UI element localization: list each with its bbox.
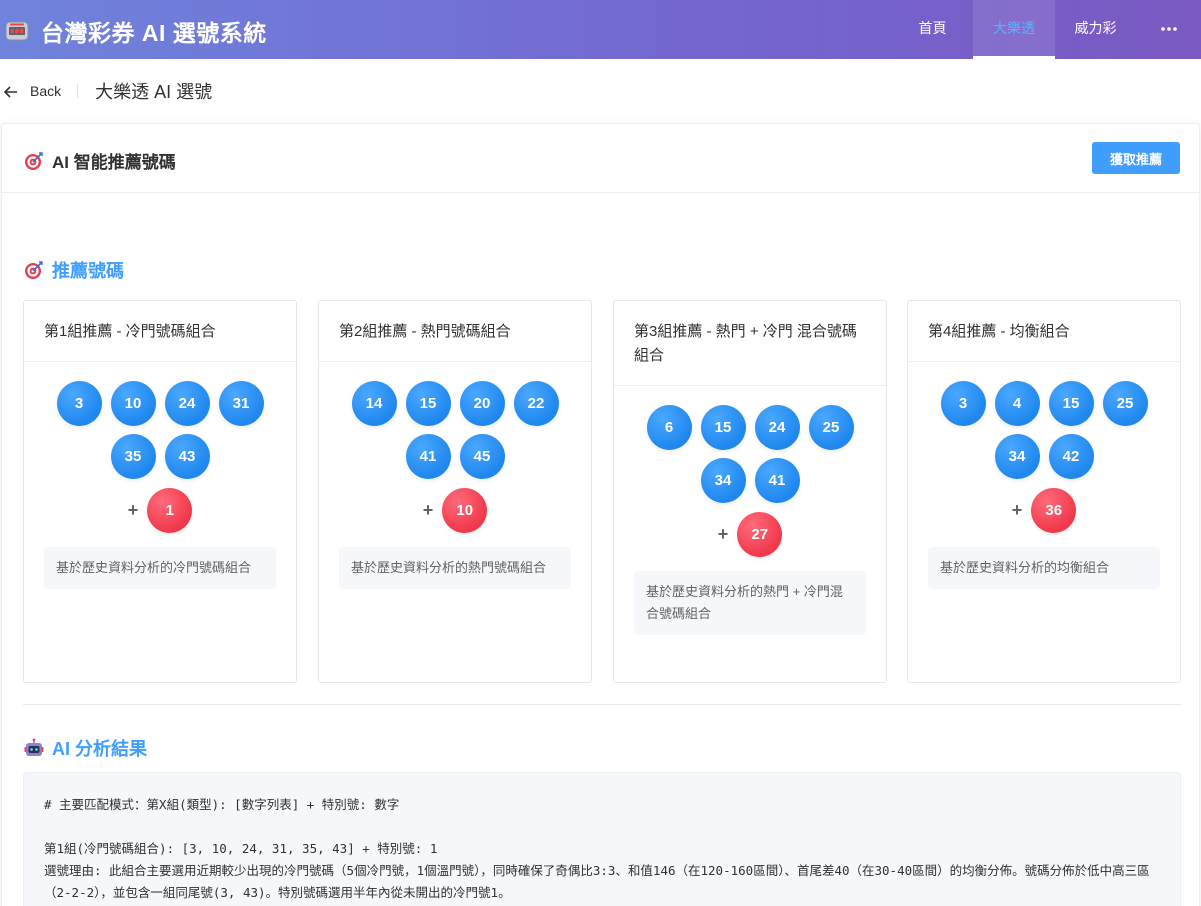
plus-sign: + <box>422 500 434 520</box>
recommend-groups: 第1組推薦 - 冷門號碼組合 3 10 24 31 35 43 + 1 基於歷史… <box>23 300 1181 683</box>
number-ball: 6 <box>646 405 692 450</box>
special-number-ball: 36 <box>1031 488 1077 533</box>
number-ball: 15 <box>405 381 451 426</box>
number-ball: 25 <box>1102 381 1148 426</box>
section-title-text: 推薦號碼 <box>52 261 124 281</box>
arrow-left-icon <box>3 85 18 98</box>
number-ball: 34 <box>994 434 1040 479</box>
number-ball: 43 <box>164 434 210 479</box>
section-title-text: AI 分析結果 <box>52 739 148 759</box>
divider <box>77 84 79 98</box>
main-nav: 首頁 大樂透 威力彩 <box>892 0 1201 59</box>
number-ball: 10 <box>110 381 156 426</box>
special-number-ball: 10 <box>442 488 488 533</box>
nav-item-superlotto[interactable]: 威力彩 <box>1055 0 1136 59</box>
dart-target-icon <box>24 260 44 280</box>
plus-sign: + <box>127 500 139 520</box>
special-number-ball: 27 <box>737 512 783 557</box>
special-number-row: + 10 <box>319 488 591 533</box>
special-number-row: + 1 <box>24 488 296 533</box>
special-number-row: + 27 <box>614 512 886 557</box>
page-title: 大樂透 AI 選號 <box>95 82 213 102</box>
group-title: 第4組推薦 - 均衡組合 <box>908 301 1180 362</box>
group-title: 第1組推薦 - 冷門號碼組合 <box>24 301 296 362</box>
nav-item-label: 大樂透 <box>993 20 1035 36</box>
ellipsis-icon <box>1160 20 1178 36</box>
number-ball: 42 <box>1048 434 1094 479</box>
number-ball: 3 <box>56 381 102 426</box>
group-title: 第2組推薦 - 熱門號碼組合 <box>319 301 591 362</box>
recommend-card: AI 智能推薦號碼 獲取推薦 推薦號碼 第1組推薦 - 冷門號碼組合 3 10 … <box>1 123 1200 906</box>
card-title: AI 智能推薦號碼 <box>24 148 176 173</box>
number-ball: 14 <box>351 381 397 426</box>
number-balls: 6 15 24 25 34 41 <box>614 405 886 503</box>
plus-sign: + <box>1011 500 1023 520</box>
analysis-result: # 主要匹配模式：第X組(類型): [數字列表] + 特別號: 數字 第1組(冷… <box>23 772 1181 906</box>
number-ball: 31 <box>218 381 264 426</box>
top-header: 台灣彩券 AI 選號系統 首頁 大樂透 威力彩 <box>0 0 1201 59</box>
number-ball: 4 <box>994 381 1040 426</box>
analysis-line: 第1組(冷門號碼組合): [3, 10, 24, 31, 35, 43] + 特… <box>44 841 438 856</box>
number-ball: 41 <box>405 434 451 479</box>
recommend-section-title: 推薦號碼 <box>24 257 124 283</box>
brand[interactable]: 台灣彩券 AI 選號系統 <box>4 14 267 48</box>
number-ball: 24 <box>164 381 210 426</box>
special-number-ball: 1 <box>147 488 193 533</box>
back-label: Back <box>30 83 62 99</box>
group-reason: 基於歷史資料分析的熱門 + 冷門混合號碼組合 <box>634 571 866 635</box>
group-reason: 基於歷史資料分析的熱門號碼組合 <box>339 547 571 589</box>
number-ball: 35 <box>110 434 156 479</box>
slot-machine-icon <box>4 19 30 43</box>
number-ball: 24 <box>754 405 800 450</box>
card-header: AI 智能推薦號碼 獲取推薦 <box>2 124 1199 193</box>
group-reason: 基於歷史資料分析的均衡組合 <box>928 547 1160 589</box>
group-reason: 基於歷史資料分析的冷門號碼組合 <box>44 547 276 589</box>
number-ball: 20 <box>459 381 505 426</box>
special-number-row: + 36 <box>908 488 1180 533</box>
number-ball: 25 <box>808 405 854 450</box>
nav-item-label: 首頁 <box>918 20 947 36</box>
card-title-text: AI 智能推薦號碼 <box>52 153 176 172</box>
recommend-group-4: 第4組推薦 - 均衡組合 3 4 15 25 34 42 + 36 基於歷史資料… <box>907 300 1181 683</box>
group-title: 第3組推薦 - 熱門 + 冷門 混合號碼組合 <box>614 301 886 386</box>
number-ball: 15 <box>1048 381 1094 426</box>
recommend-group-1: 第1組推薦 - 冷門號碼組合 3 10 24 31 35 43 + 1 基於歷史… <box>23 300 297 683</box>
number-ball: 45 <box>459 434 505 479</box>
number-balls: 3 10 24 31 35 43 <box>24 381 296 479</box>
app-title: 台灣彩券 AI 選號系統 <box>41 20 267 46</box>
number-ball: 34 <box>700 458 746 503</box>
number-ball: 22 <box>513 381 559 426</box>
page-header: Back 大樂透 AI 選號 <box>0 59 1201 123</box>
number-ball: 15 <box>700 405 746 450</box>
nav-item-lotto649[interactable]: 大樂透 <box>973 0 1055 59</box>
number-balls: 14 15 20 22 41 45 <box>319 381 591 479</box>
analysis-line <box>44 816 1160 838</box>
get-recommendation-button[interactable]: 獲取推薦 <box>1092 142 1180 174</box>
recommend-group-3: 第3組推薦 - 熱門 + 冷門 混合號碼組合 6 15 24 25 34 41 … <box>613 300 887 683</box>
nav-more-button[interactable] <box>1136 0 1201 59</box>
analysis-line: # 主要匹配模式：第X組(類型): [數字列表] + 特別號: 數字 <box>44 797 400 812</box>
number-ball: 3 <box>940 381 986 426</box>
back-button[interactable]: Back <box>3 83 62 99</box>
number-balls: 3 4 15 25 34 42 <box>908 381 1180 479</box>
nav-item-label: 威力彩 <box>1074 20 1117 36</box>
recommend-group-2: 第2組推薦 - 熱門號碼組合 14 15 20 22 41 45 + 10 基於… <box>318 300 592 683</box>
number-ball: 41 <box>754 458 800 503</box>
analysis-line: 選號理由: 此組合主要選用近期較少出現的冷門號碼（5個冷門號，1個溫門號），同時… <box>44 863 1150 900</box>
dart-target-icon <box>24 151 44 171</box>
section-divider <box>23 704 1181 705</box>
plus-sign: + <box>717 524 729 544</box>
robot-icon <box>24 738 44 758</box>
analysis-section-title: AI 分析結果 <box>24 735 147 761</box>
nav-item-home[interactable]: 首頁 <box>892 0 973 59</box>
